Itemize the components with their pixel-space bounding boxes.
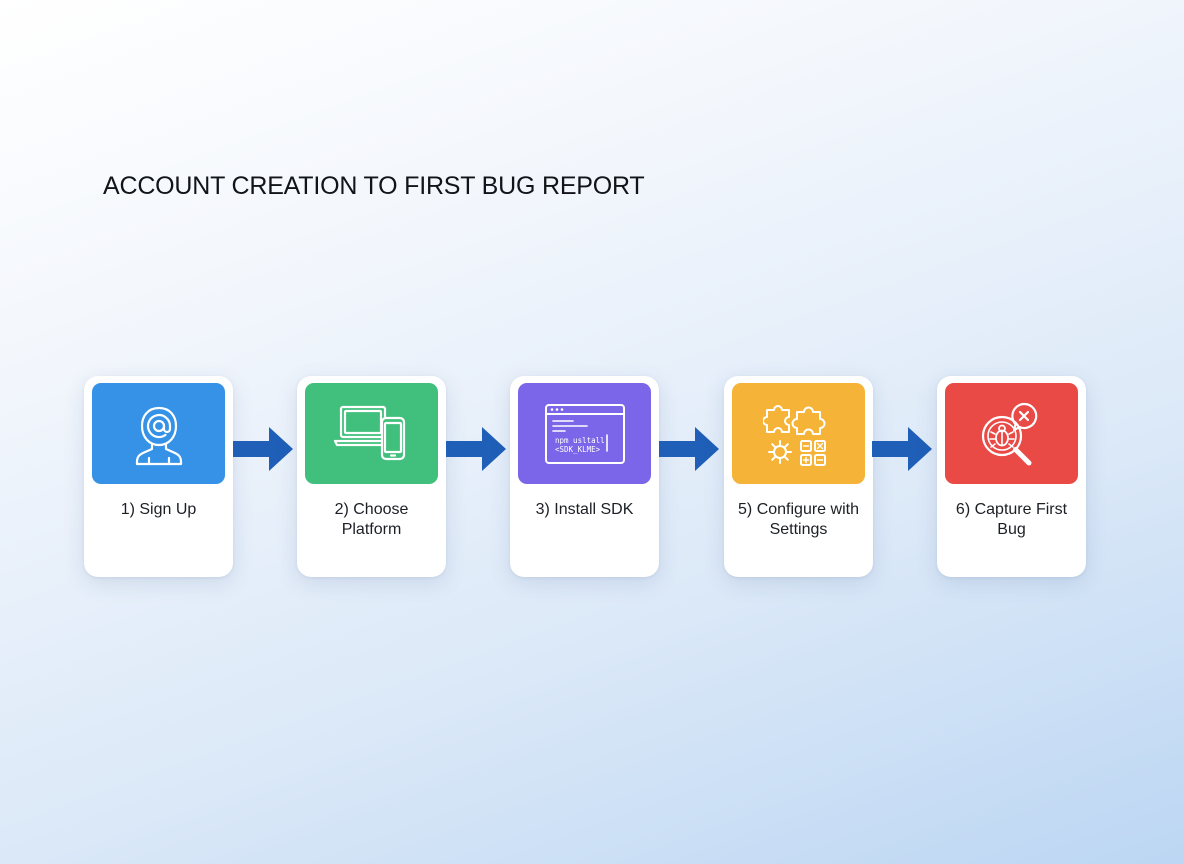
step-tile — [732, 383, 865, 484]
flow-arrow — [233, 427, 293, 471]
step-card-install-sdk: npm usltall <SDK_KLME> 3) Install SDK — [510, 376, 659, 577]
puzzle-gear-icon — [762, 404, 826, 466]
step-label: 2) Choose Platform — [334, 501, 409, 538]
diagram-title: ACCOUNT CREATION TO FIRST BUG REPORT — [103, 172, 645, 200]
code-window-icon: npm usltall <SDK_KLME> — [544, 403, 625, 464]
step-label: 6) Capture First Bug — [955, 501, 1068, 538]
step-tile: npm usltall <SDK_KLME> — [518, 383, 651, 484]
flow-arrow — [659, 427, 719, 471]
step-tile — [92, 383, 225, 484]
bug-search-icon — [981, 402, 1037, 465]
flow-arrow — [872, 427, 932, 471]
user-at-icon — [135, 406, 182, 465]
code-line: npm usltall — [555, 436, 605, 445]
step-card-configure-settings: 5) Configure with Settings — [724, 376, 873, 577]
step-card-choose-platform: 2) Choose Platform — [297, 376, 446, 577]
step-label: 3) Install SDK — [535, 501, 634, 518]
laptop-phone-icon — [333, 405, 405, 460]
flow-arrow — [446, 427, 506, 471]
step-card-capture-bug: 6) Capture First Bug — [937, 376, 1086, 577]
step-tile — [945, 383, 1078, 484]
step-tile — [305, 383, 438, 484]
step-label: 5) Configure with Settings — [738, 501, 859, 538]
step-label: 1) Sign Up — [120, 501, 197, 518]
code-line: <SDK_KLME> — [555, 445, 601, 454]
step-card-sign-up: 1) Sign Up — [84, 376, 233, 577]
